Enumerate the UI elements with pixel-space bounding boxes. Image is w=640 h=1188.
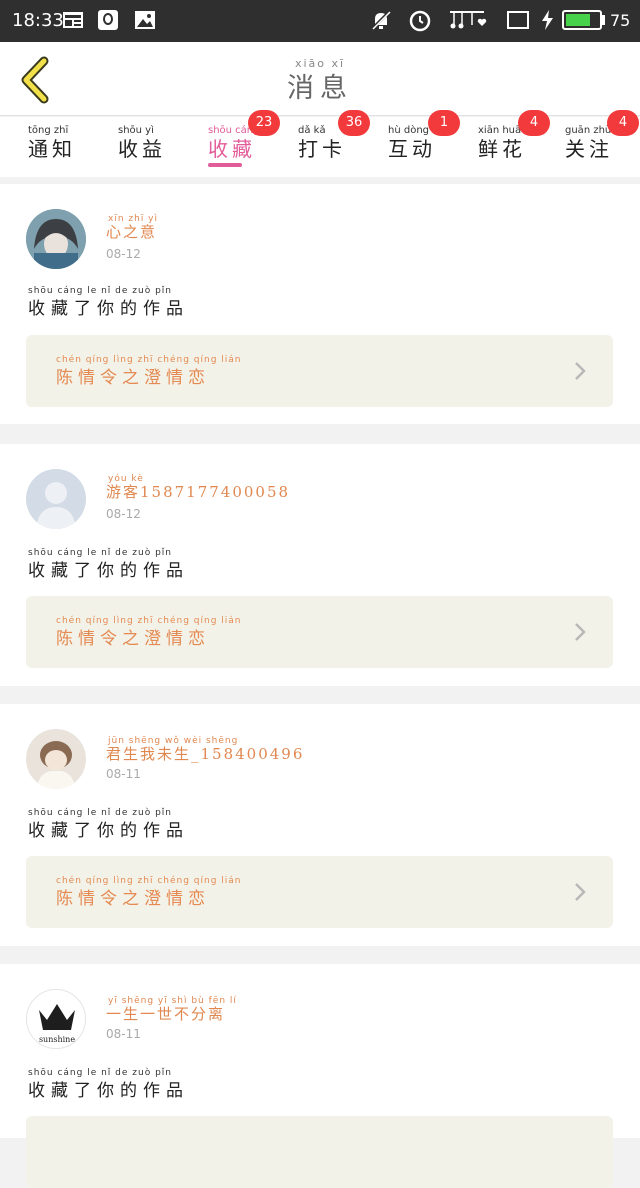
work-title: 陈情令之澄情恋 bbox=[56, 368, 210, 388]
svg-text:sunshine: sunshine bbox=[39, 1035, 75, 1044]
charging-icon bbox=[540, 9, 556, 31]
timestamp: 08-12 bbox=[106, 507, 141, 521]
tab-label: 收藏 bbox=[208, 137, 256, 161]
default-user-avatar bbox=[26, 469, 86, 529]
tab-earnings[interactable]: shōu yì 收益 bbox=[90, 117, 180, 177]
tablet-icon bbox=[506, 9, 529, 31]
music-icon bbox=[448, 9, 488, 31]
notification-card: xīn zhī yì 心之意 08-12 shōu cáng le nǐ de … bbox=[0, 184, 640, 424]
status-time: 18:33 bbox=[12, 10, 64, 31]
battery-level bbox=[566, 14, 590, 26]
avatar[interactable]: sunshine bbox=[26, 989, 86, 1049]
action-text: 收藏了你的作品 bbox=[28, 299, 189, 319]
tab-favorites[interactable]: shōu cáng 收藏 23 bbox=[180, 110, 280, 177]
timestamp: 08-11 bbox=[106, 767, 141, 781]
tab-label: 打卡 bbox=[298, 137, 346, 161]
username[interactable]: 心之意 bbox=[106, 221, 157, 242]
chevron-right-icon bbox=[575, 883, 586, 901]
battery-icon bbox=[562, 10, 602, 30]
image-icon bbox=[134, 9, 156, 31]
work-title: 陈情令之澄情恋 bbox=[56, 629, 210, 649]
action-text: 收藏了你的作品 bbox=[28, 561, 189, 581]
tab-badge: 4 bbox=[607, 110, 639, 136]
timestamp: 08-12 bbox=[106, 247, 141, 261]
battery-tip bbox=[602, 15, 605, 25]
tab-checkin[interactable]: dǎ kǎ 打卡 36 bbox=[270, 110, 370, 177]
username[interactable]: 游客1587177400058 bbox=[106, 481, 290, 502]
status-bar: 18:33 75 bbox=[0, 0, 640, 42]
action-text: 收藏了你的作品 bbox=[28, 1081, 189, 1101]
chat-icon bbox=[97, 9, 119, 31]
tab-label: 关注 bbox=[565, 137, 613, 161]
notification-card: jūn shēng wǒ wèi shēng 君生我未生_158400496 0… bbox=[0, 704, 640, 946]
tab-flowers[interactable]: xiān huā 鲜花 4 bbox=[450, 110, 550, 177]
child-photo-avatar bbox=[26, 729, 86, 789]
chevron-right-icon bbox=[575, 362, 586, 380]
tab-label: 鲜花 bbox=[478, 137, 526, 161]
work-link[interactable]: chén qíng lìng zhī chéng qíng lián 陈情令之澄… bbox=[26, 335, 613, 407]
battery-percent: 75 bbox=[610, 11, 631, 30]
tab-label: 通知 bbox=[28, 137, 76, 161]
crown-sunshine-avatar: sunshine bbox=[27, 990, 85, 1048]
work-link[interactable]: chén qíng lìng zhī chéng qíng lián 陈情令之澄… bbox=[26, 596, 613, 668]
work-link[interactable]: chén qíng lìng zhī chéng qíng lián 陈情令之澄… bbox=[26, 856, 613, 928]
work-title: 陈情令之澄情恋 bbox=[56, 889, 210, 909]
username[interactable]: 一生一世不分离 bbox=[106, 1003, 225, 1024]
avatar[interactable] bbox=[26, 729, 86, 789]
avatar[interactable] bbox=[26, 469, 86, 529]
mute-icon bbox=[370, 9, 392, 31]
tab-label: 收益 bbox=[118, 137, 166, 161]
active-tab-indicator bbox=[208, 163, 242, 167]
tab-follow[interactable]: guān zhù 关注 4 bbox=[537, 110, 640, 177]
action-text: 收藏了你的作品 bbox=[28, 821, 189, 841]
anime-girl-avatar bbox=[26, 209, 86, 269]
notification-card: sunshine yī shēng yī shì bù fēn lí 一生一世不… bbox=[0, 964, 640, 1188]
header: xiāo xī 消息 bbox=[0, 42, 640, 116]
avatar[interactable] bbox=[26, 209, 86, 269]
alarm-icon bbox=[408, 9, 431, 32]
news-icon bbox=[62, 9, 84, 31]
timestamp: 08-11 bbox=[106, 1027, 141, 1041]
page-title: 消息 bbox=[287, 73, 353, 104]
chevron-right-icon bbox=[575, 623, 586, 641]
username[interactable]: 君生我未生_158400496 bbox=[106, 743, 304, 764]
tab-interaction[interactable]: hù dòng 互动 1 bbox=[360, 110, 460, 177]
tab-label: 互动 bbox=[388, 137, 436, 161]
tab-bar: tōng zhī 通知 shōu yì 收益 shōu cáng 收藏 23 d… bbox=[0, 110, 640, 177]
notification-card: yóu kè 游客1587177400058 08-12 shōu cáng l… bbox=[0, 444, 640, 686]
tab-notice[interactable]: tōng zhī 通知 bbox=[0, 117, 90, 177]
work-link[interactable] bbox=[26, 1116, 613, 1188]
